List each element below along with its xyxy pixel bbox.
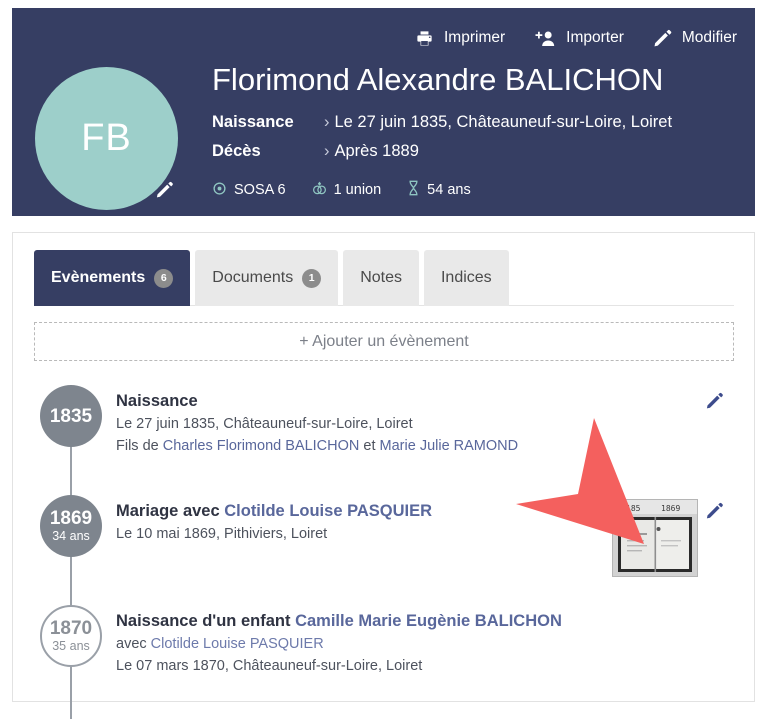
fact-birth: Naissance › Le 27 juin 1835, Châteauneuf… bbox=[212, 108, 741, 137]
meta-age: 54 ans bbox=[407, 180, 471, 200]
event-parents-prefix: Fils de bbox=[116, 438, 163, 454]
edit-person-button-label: Modifier bbox=[681, 29, 737, 46]
event-title: Naissance bbox=[116, 389, 626, 413]
avatar-initials: FB bbox=[81, 117, 132, 159]
sosa-target-icon bbox=[212, 181, 227, 200]
event-date-place: Le 27 juin 1835, Châteauneuf-sur-Loire, … bbox=[116, 413, 626, 435]
event-partner-prefix: avec bbox=[116, 636, 151, 652]
person-summary: Florimond Alexandre BALICHON Naissance ›… bbox=[212, 61, 741, 200]
timeline-age: 34 ans bbox=[52, 529, 90, 544]
timeline-marker: 1869 34 ans bbox=[26, 495, 116, 609]
meta-sosa: SOSA 6 bbox=[212, 181, 286, 200]
timeline-event-body: Naissance Le 27 juin 1835, Châteauneuf-s… bbox=[116, 385, 626, 495]
timeline-event-actions bbox=[626, 605, 746, 715]
printer-icon bbox=[414, 29, 435, 48]
print-button-label: Imprimer bbox=[444, 29, 506, 46]
meta-union-label: 1 union bbox=[333, 182, 382, 198]
import-button[interactable]: Importer bbox=[533, 29, 624, 48]
avatar-container[interactable]: FB bbox=[35, 67, 178, 210]
page-title: Florimond Alexandre BALICHON bbox=[212, 62, 664, 97]
timeline-event-body: Mariage avec Clotilde Louise PASQUIER Le… bbox=[116, 495, 626, 605]
timeline-age: 35 ans bbox=[52, 639, 90, 654]
timeline-year: 1870 bbox=[49, 618, 93, 640]
event-partner: avec Clotilde Louise PASQUIER bbox=[116, 633, 626, 655]
timeline-year-badge[interactable]: 1869 34 ans bbox=[40, 495, 102, 557]
tab-documents[interactable]: Documents 1 bbox=[195, 250, 339, 306]
event-partner-link[interactable]: Clotilde Louise PASQUIER bbox=[151, 636, 324, 652]
timeline-event: 1870 35 ans Naissance d'un enfant Camill… bbox=[26, 605, 746, 719]
event-parent-mother-link[interactable]: Marie Julie RAMOND bbox=[380, 438, 519, 454]
event-parent-father-link[interactable]: Charles Florimond BALICHON bbox=[163, 438, 360, 454]
timeline-marker: 1835 bbox=[26, 385, 116, 499]
events-timeline: 1835 Naissance Le 27 juin 1835, Châteaun… bbox=[26, 385, 746, 719]
timeline-year: 1869 bbox=[49, 508, 93, 530]
hourglass-icon bbox=[407, 180, 420, 200]
tab-documents-label: Documents bbox=[212, 269, 294, 286]
person-meta-row: SOSA 6 1 union 54 ans bbox=[212, 180, 741, 200]
svg-text:185: 185 bbox=[626, 504, 641, 513]
tab-documents-count: 1 bbox=[302, 268, 322, 288]
event-parents: Fils de Charles Florimond BALICHON et Ma… bbox=[116, 435, 626, 457]
meta-sosa-label: SOSA 6 bbox=[234, 182, 286, 198]
timeline-event: 1835 Naissance Le 27 juin 1835, Châteaun… bbox=[26, 385, 746, 499]
event-edit-pencil-icon[interactable] bbox=[705, 391, 724, 415]
timeline-event: 1869 34 ans Mariage avec Clotilde Louise… bbox=[26, 495, 746, 609]
event-title-text: Naissance d'un enfant bbox=[116, 612, 296, 630]
event-date-place: Le 07 mars 1870, Châteauneuf-sur-Loire, … bbox=[116, 655, 626, 677]
event-spouse-link[interactable]: Clotilde Louise PASQUIER bbox=[224, 502, 432, 520]
fact-death-label: Décès bbox=[212, 142, 261, 160]
fact-death: Décès › Après 1889 bbox=[212, 137, 741, 166]
event-parents-middle: et bbox=[359, 438, 380, 454]
event-title: Naissance d'un enfant Camille Marie Eugè… bbox=[116, 609, 626, 633]
edit-person-button[interactable]: Modifier bbox=[652, 28, 737, 48]
event-edit-pencil-icon[interactable] bbox=[705, 501, 724, 525]
tab-indices-label: Indices bbox=[440, 269, 492, 286]
event-title-text: Mariage avec bbox=[116, 502, 225, 520]
document-thumbnail[interactable]: 185 1869 bbox=[612, 499, 698, 577]
person-header-banner: Imprimer Importer Modifier FB Florimond … bbox=[12, 8, 755, 216]
chevron-right-icon: › bbox=[324, 113, 330, 131]
timeline-event-actions: 185 1869 bbox=[612, 495, 746, 605]
timeline-event-body: Naissance d'un enfant Camille Marie Eugè… bbox=[116, 605, 626, 715]
event-date-place-text: Le 27 juin 1835, Châteauneuf-sur-Loire, … bbox=[116, 416, 413, 432]
import-button-label: Importer bbox=[566, 29, 624, 46]
print-button[interactable]: Imprimer bbox=[414, 29, 505, 48]
wedding-ring-icon bbox=[312, 180, 327, 200]
avatar-edit-pencil-icon[interactable] bbox=[155, 180, 174, 204]
event-title: Mariage avec Clotilde Louise PASQUIER bbox=[116, 499, 626, 523]
header-actions: Imprimer Importer Modifier bbox=[414, 28, 737, 48]
timeline-year: 1835 bbox=[49, 405, 93, 427]
chevron-right-icon: › bbox=[324, 142, 330, 160]
event-title-text: Naissance bbox=[116, 392, 198, 410]
timeline-event-actions bbox=[626, 385, 746, 495]
event-date-place-text: Le 07 mars 1870, Châteauneuf-sur-Loire, … bbox=[116, 658, 423, 674]
tab-evenements[interactable]: Evènements 6 bbox=[34, 250, 191, 306]
meta-union: 1 union bbox=[312, 180, 382, 200]
add-event-button[interactable]: + Ajouter un évènement bbox=[34, 322, 734, 361]
fact-birth-label: Naissance bbox=[212, 113, 294, 131]
event-child-link[interactable]: Camille Marie Eugènie BALICHON bbox=[295, 612, 562, 630]
person-plus-icon bbox=[533, 29, 557, 48]
tab-notes[interactable]: Notes bbox=[343, 250, 419, 306]
timeline-marker: 1870 35 ans bbox=[26, 605, 116, 719]
event-date-place-text: Le 10 mai 1869, Pithiviers, Loiret bbox=[116, 526, 328, 542]
pencil-icon bbox=[652, 28, 673, 48]
tab-evenements-count: 6 bbox=[154, 268, 174, 288]
tab-notes-label: Notes bbox=[360, 269, 402, 286]
tab-indices[interactable]: Indices bbox=[423, 250, 509, 306]
add-event-button-label: + Ajouter un évènement bbox=[299, 332, 469, 350]
detail-card: Evènements 6 Documents 1 Notes Indices +… bbox=[12, 232, 755, 719]
event-date-place: Le 10 mai 1869, Pithiviers, Loiret bbox=[116, 523, 626, 545]
tab-evenements-label: Evènements bbox=[51, 269, 146, 286]
fact-death-value: Après 1889 bbox=[334, 142, 419, 160]
meta-age-label: 54 ans bbox=[427, 182, 471, 198]
timeline-year-badge[interactable]: 1870 35 ans bbox=[40, 605, 102, 667]
fact-birth-value: Le 27 juin 1835, Châteauneuf-sur-Loire, … bbox=[334, 113, 673, 131]
tab-bar: Evènements 6 Documents 1 Notes Indices bbox=[34, 250, 509, 306]
svg-text:1869: 1869 bbox=[661, 504, 680, 513]
timeline-year-badge[interactable]: 1835 bbox=[40, 385, 102, 447]
